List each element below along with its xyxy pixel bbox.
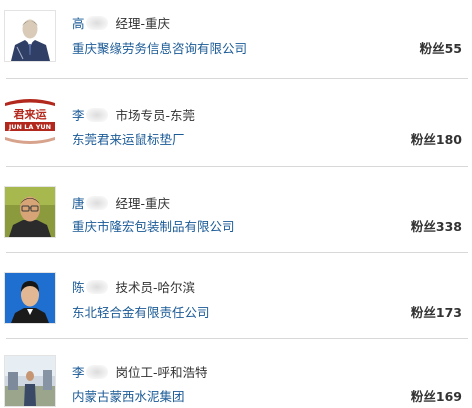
divider	[6, 166, 468, 167]
divider	[6, 338, 468, 339]
member-role: 技术员-哈尔滨	[115, 280, 196, 295]
fans-count: 粉丝173	[410, 305, 462, 320]
avatar[interactable]	[4, 10, 56, 62]
company-link[interactable]: 东北轻合金有限责任公司	[72, 302, 210, 321]
member-role: 经理-重庆	[115, 16, 171, 31]
name-redaction-blur	[85, 108, 108, 122]
member-role: 市场专员-东莞	[115, 108, 196, 123]
name-redaction-blur	[85, 365, 108, 379]
member-info: 李 市场专员-东莞	[72, 105, 195, 124]
divider	[6, 252, 468, 253]
member-name[interactable]: 李	[72, 108, 85, 123]
id-photo-blue-background-icon	[5, 273, 55, 323]
name-redaction-blur	[85, 16, 108, 30]
fans-count: 粉丝180	[410, 132, 462, 147]
fans-count: 粉丝169	[410, 389, 462, 404]
person-standing-outdoor-photo-icon	[5, 356, 55, 406]
member-info: 李 岗位工-呼和浩特	[72, 362, 208, 381]
member-name[interactable]: 唐	[72, 196, 85, 211]
divider	[6, 78, 468, 79]
company-logo-icon: 君来运 JUN LA YUN	[5, 97, 55, 147]
svg-text:JUN LA YUN: JUN LA YUN	[8, 123, 51, 131]
avatar[interactable]	[4, 355, 56, 407]
avatar[interactable]	[4, 272, 56, 324]
fans-count: 粉丝338	[410, 219, 462, 234]
member-role: 岗位工-呼和浩特	[115, 365, 208, 380]
name-redaction-blur	[85, 280, 108, 294]
company-link[interactable]: 东莞君来运鼠标垫厂	[72, 129, 185, 148]
name-redaction-blur	[85, 196, 108, 210]
company-link[interactable]: 重庆聚缘劳务信息咨询有限公司	[72, 38, 247, 57]
avatar[interactable]: 君来运 JUN LA YUN	[4, 96, 56, 148]
fans-count: 粉丝55	[419, 41, 462, 56]
member-info: 高 经理-重庆	[72, 13, 170, 32]
company-link[interactable]: 重庆市隆宏包装制品有限公司	[72, 216, 235, 235]
member-info: 陈 技术员-哈尔滨	[72, 277, 195, 296]
follower-list: 高经理-重庆 重庆聚缘劳务信息咨询有限公司 粉丝55 君来运 JUN LA YU…	[0, 0, 472, 408]
member-name[interactable]: 李	[72, 365, 85, 380]
man-with-glasses-photo-icon	[5, 187, 55, 237]
member-info: 唐 经理-重庆	[72, 193, 170, 212]
svg-text:君来运: 君来运	[14, 107, 47, 121]
man-in-suit-sketch-icon	[5, 11, 55, 61]
avatar[interactable]	[4, 186, 56, 238]
member-role: 经理-重庆	[115, 196, 171, 211]
member-name[interactable]: 高	[72, 16, 85, 31]
member-name[interactable]: 陈	[72, 280, 85, 295]
company-link[interactable]: 内蒙古蒙西水泥集团	[72, 386, 185, 405]
